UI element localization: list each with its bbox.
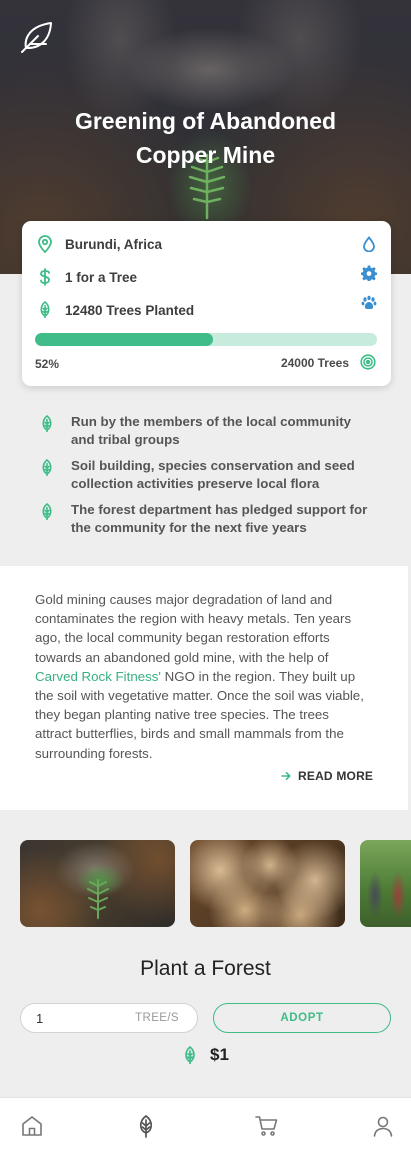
location-text: Burundi, Africa (65, 236, 163, 252)
feather-icon[interactable] (18, 18, 56, 56)
progress-percent: 52% (35, 357, 60, 371)
project-info-card: Burundi, Africa 1 for a Tree 12480 Trees… (22, 221, 391, 386)
leaf-icon (40, 458, 56, 493)
adopt-button[interactable]: ADOPT (213, 1003, 391, 1033)
photo-gallery[interactable] (0, 840, 411, 928)
price-text: 1 for a Tree (65, 269, 138, 285)
list-item: Run by the members of the local communit… (40, 413, 370, 449)
description-part-1: Gold mining causes major degradation of … (35, 592, 352, 665)
bottom-nav (0, 1097, 411, 1153)
quantity-value[interactable]: 1 (36, 1011, 43, 1026)
plant-forest-title: Plant a Forest (140, 957, 271, 980)
location-pin-icon (36, 235, 54, 253)
progress-bar (35, 333, 377, 346)
arrow-right-icon (281, 772, 291, 780)
tree-icon[interactable] (134, 1114, 158, 1138)
quantity-unit: TREE/S (135, 1012, 179, 1024)
leaf-icon (36, 301, 54, 319)
list-item-text: Soil building, species conservation and … (71, 458, 355, 491)
water-drop-icon[interactable] (361, 236, 377, 252)
list-item-text: Run by the members of the local communit… (71, 414, 352, 447)
planted-row: 12480 Trees Planted (36, 299, 194, 321)
ngo-link[interactable]: Carved Rock Fitness' (35, 669, 161, 684)
seedlings-photo[interactable] (190, 840, 345, 927)
dollar-icon (36, 268, 54, 286)
leaf-icon (40, 502, 56, 537)
description-text: Gold mining causes major degradation of … (35, 590, 365, 763)
user-icon[interactable] (371, 1114, 395, 1138)
list-item: The forest department has pledged suppor… (40, 501, 370, 537)
fern-in-hands-photo[interactable] (20, 840, 175, 927)
list-item-text: The forest department has pledged suppor… (71, 502, 368, 535)
paw-icon[interactable] (361, 295, 377, 311)
location-row: Burundi, Africa (36, 233, 162, 255)
total-price: $1 (182, 1045, 229, 1065)
read-more-link[interactable]: READ MORE (281, 769, 373, 783)
price-value: $1 (210, 1045, 229, 1064)
goal-text: 24000 Trees (280, 356, 349, 370)
home-icon[interactable] (20, 1114, 44, 1138)
community-photo[interactable] (360, 840, 411, 927)
target-icon (360, 354, 376, 370)
leaf-icon (185, 1045, 195, 1064)
price-row: 1 for a Tree (36, 266, 137, 288)
quantity-input[interactable]: 1 TREE/S (20, 1003, 198, 1033)
page-title: Greening of Abandoned Copper Mine (74, 108, 337, 168)
read-more-label: READ MORE (298, 769, 374, 783)
leaf-icon (40, 414, 56, 449)
list-item: Soil building, species conservation and … (40, 457, 370, 493)
progress-fill (35, 333, 213, 346)
cart-icon[interactable] (255, 1114, 279, 1138)
gear-icon[interactable] (361, 265, 377, 281)
planted-text: 12480 Trees Planted (65, 302, 195, 318)
description-section: Gold mining causes major degradation of … (0, 566, 408, 810)
